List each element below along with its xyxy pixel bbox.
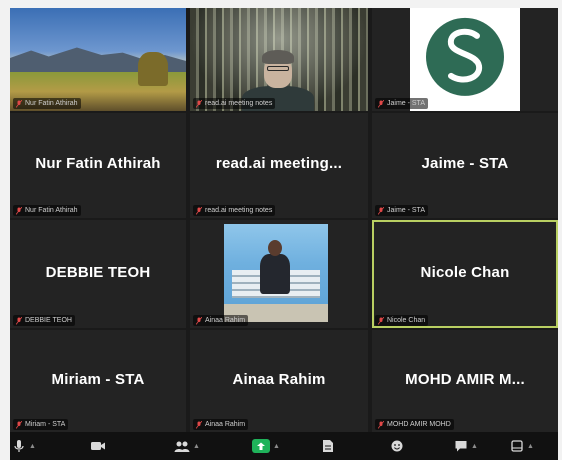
participant-name: Jaime - STA bbox=[421, 155, 509, 172]
chat-button[interactable]: ▲ bbox=[454, 437, 478, 455]
mic-muted-icon bbox=[16, 420, 22, 429]
participant-tile-5[interactable]: read.ai meeting... read.ai meeting notes bbox=[190, 113, 368, 218]
person-head-shape bbox=[268, 240, 282, 256]
video-button[interactable] bbox=[90, 437, 106, 455]
chevron-up-icon[interactable]: ▲ bbox=[527, 443, 534, 450]
participant-label: Miriam - STA bbox=[13, 419, 69, 430]
participant-tile-1[interactable]: Nur Fatin Athirah bbox=[10, 8, 186, 111]
participant-label: MOHD AMIR MOHD bbox=[375, 419, 454, 430]
mic-muted-icon bbox=[16, 316, 22, 325]
mic-muted-icon bbox=[378, 99, 384, 108]
tree-shape bbox=[138, 52, 168, 86]
participant-label: Jaime - STA bbox=[375, 98, 428, 109]
chevron-up-icon[interactable]: ▲ bbox=[193, 443, 200, 450]
participant-label-text: Nur Fatin Athirah bbox=[25, 207, 78, 214]
participant-label-text: Ainaa Rahim bbox=[205, 421, 246, 428]
participant-label-text: read.ai meeting notes bbox=[205, 207, 273, 214]
reactions-button[interactable] bbox=[390, 437, 404, 455]
chevron-up-icon[interactable]: ▲ bbox=[471, 443, 478, 450]
more-button[interactable]: ▲ bbox=[510, 437, 534, 455]
chat-icon bbox=[455, 441, 467, 452]
document-button[interactable] bbox=[322, 437, 334, 455]
chevron-up-icon[interactable]: ▲ bbox=[29, 443, 36, 450]
share-screen-icon bbox=[252, 439, 270, 453]
mic-muted-icon bbox=[16, 99, 22, 108]
participant-tile-12[interactable]: MOHD AMIR M... MOHD AMIR MOHD bbox=[372, 330, 558, 432]
participant-tile-2[interactable]: read.ai meeting notes bbox=[190, 8, 368, 111]
s-logo-icon bbox=[447, 28, 483, 82]
participant-label-text: read.ai meeting notes bbox=[205, 100, 273, 107]
person-hair-shape bbox=[262, 50, 294, 64]
mic-muted-icon bbox=[196, 316, 202, 325]
meeting-window: Nur Fatin Athirah read.ai meeting notes bbox=[10, 8, 558, 460]
meeting-toolbar: ▲ ▲ ▲ ▲ ▲ bbox=[10, 432, 558, 460]
mic-button[interactable]: ▲ bbox=[12, 437, 36, 455]
participant-name: Nur Fatin Athirah bbox=[35, 155, 161, 172]
participant-label: Nicole Chan bbox=[375, 315, 429, 326]
mic-muted-icon bbox=[378, 420, 384, 429]
participant-video-person bbox=[190, 8, 368, 111]
video-icon bbox=[91, 442, 105, 450]
participant-name: DEBBIE TEOH bbox=[45, 263, 151, 281]
reactions-icon bbox=[391, 440, 403, 452]
participant-name: read.ai meeting... bbox=[215, 155, 343, 172]
participant-label: DEBBIE TEOH bbox=[13, 315, 75, 326]
participant-label-text: Nicole Chan bbox=[387, 317, 426, 324]
chevron-up-icon[interactable]: ▲ bbox=[273, 443, 280, 450]
participant-name: Ainaa Rahim bbox=[232, 370, 326, 388]
participant-tile-4[interactable]: Nur Fatin Athirah Nur Fatin Athirah bbox=[10, 113, 186, 218]
participant-label-text: Nur Fatin Athirah bbox=[25, 100, 78, 107]
participant-label-text: Jaime - STA bbox=[387, 207, 425, 214]
document-icon bbox=[323, 440, 333, 452]
participant-label-text: Jaime - STA bbox=[387, 100, 425, 107]
participant-tile-8[interactable]: Ainaa Rahim bbox=[190, 220, 368, 328]
mic-muted-icon bbox=[16, 206, 22, 215]
mic-icon bbox=[14, 440, 24, 452]
participant-tile-6[interactable]: Jaime - STA Jaime - STA bbox=[372, 113, 558, 218]
mic-muted-icon bbox=[196, 420, 202, 429]
participant-label: Nur Fatin Athirah bbox=[13, 98, 81, 109]
glasses-shape bbox=[267, 66, 289, 71]
participant-label: Jaime - STA bbox=[375, 205, 428, 216]
participant-tile-3[interactable]: Jaime - STA bbox=[372, 8, 558, 111]
more-icon bbox=[511, 440, 523, 452]
participant-tile-9-active-speaker[interactable]: Nicole Chan Nicole Chan bbox=[372, 220, 558, 328]
participant-label-text: Miriam - STA bbox=[25, 421, 66, 428]
participants-icon bbox=[174, 441, 190, 452]
participant-name: MOHD AMIR M... bbox=[405, 370, 525, 388]
participant-label: read.ai meeting notes bbox=[193, 205, 276, 216]
participant-name: Nicole Chan bbox=[420, 263, 510, 281]
participant-tile-10[interactable]: Miriam - STA Miriam - STA bbox=[10, 330, 186, 432]
person-body-shape bbox=[260, 254, 290, 294]
participant-label-text: MOHD AMIR MOHD bbox=[387, 421, 451, 428]
mic-muted-icon bbox=[196, 206, 202, 215]
mic-muted-icon bbox=[378, 316, 384, 325]
participants-button[interactable]: ▲ bbox=[174, 437, 200, 455]
participant-video-landscape bbox=[10, 8, 186, 111]
participant-label: Nur Fatin Athirah bbox=[13, 205, 81, 216]
participant-label: Ainaa Rahim bbox=[193, 315, 249, 326]
mic-muted-icon bbox=[196, 99, 202, 108]
participant-label: read.ai meeting notes bbox=[193, 98, 276, 109]
participant-profile-photo bbox=[224, 224, 328, 322]
gallery-grid: Nur Fatin Athirah read.ai meeting notes bbox=[10, 8, 558, 432]
participant-label-text: DEBBIE TEOH bbox=[25, 317, 72, 324]
participant-tile-11[interactable]: Ainaa Rahim Ainaa Rahim bbox=[190, 330, 368, 432]
share-screen-button[interactable]: ▲ bbox=[252, 437, 280, 455]
participant-label: Ainaa Rahim bbox=[193, 419, 249, 430]
participant-tile-7[interactable]: DEBBIE TEOH DEBBIE TEOH bbox=[10, 220, 186, 328]
participant-label-text: Ainaa Rahim bbox=[205, 317, 246, 324]
company-logo bbox=[426, 17, 504, 96]
participant-logo-background bbox=[410, 8, 520, 111]
mic-muted-icon bbox=[378, 206, 384, 215]
participant-name: Miriam - STA bbox=[51, 370, 145, 388]
